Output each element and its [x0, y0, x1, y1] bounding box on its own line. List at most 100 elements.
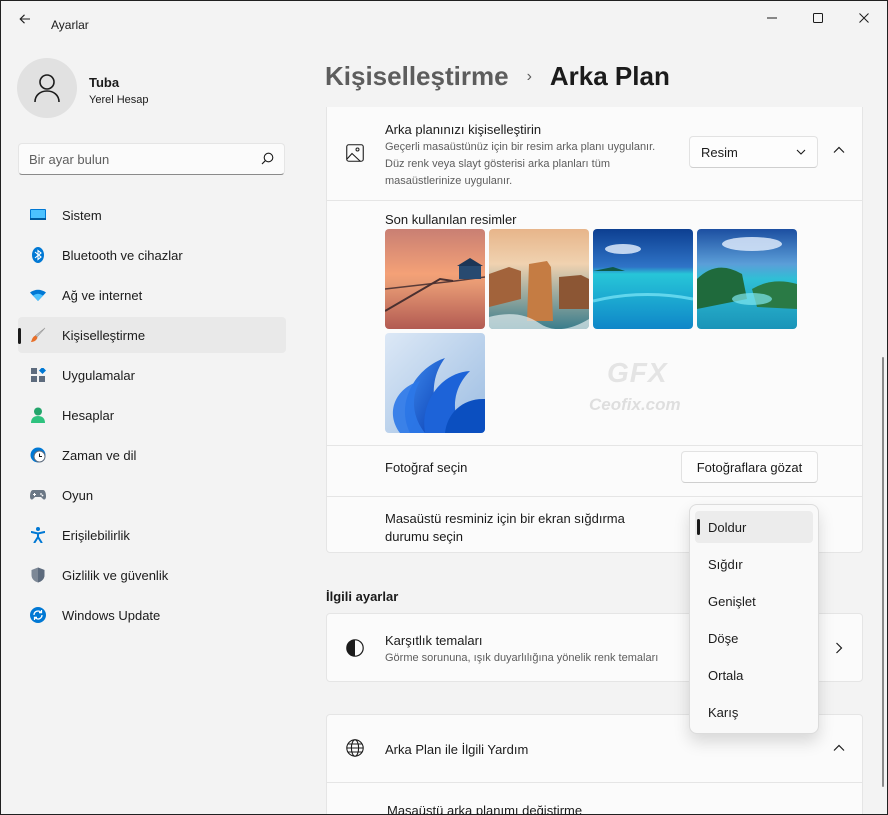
fit-mode-menu: Doldur Sığdır Genişlet Döşe Ortala Karış — [689, 504, 819, 734]
back-button[interactable] — [11, 9, 39, 29]
help-link[interactable]: Masaüstü arka planımı değiştirme — [387, 803, 582, 814]
minimize-button[interactable] — [749, 5, 795, 31]
sidebar-item-windows-update[interactable]: Windows Update — [18, 597, 286, 633]
watermark-gfx: GFX — [607, 357, 668, 388]
search-box[interactable] — [18, 143, 285, 175]
sidebar-item-label: Kişiselleştirme — [62, 327, 146, 343]
globe-icon — [346, 739, 364, 757]
avatar — [17, 58, 77, 118]
personalize-title: Arka planınızı kişiselleştirin — [385, 122, 542, 137]
fit-option-label: Doldur — [708, 520, 747, 535]
apps-icon — [30, 367, 46, 383]
island-lagoon-image — [697, 229, 797, 329]
choose-photo-label: Fotoğraf seçin — [385, 460, 468, 475]
sidebar-item-label: Bluetooth ve cihazlar — [62, 247, 183, 263]
recent-image-5[interactable] — [385, 333, 485, 433]
sidebar-item-apps[interactable]: Uygulamalar — [18, 357, 286, 393]
fit-option-label: Ortala — [708, 668, 744, 683]
sidebar-item-bluetooth[interactable]: Bluetooth ve cihazlar — [18, 237, 286, 273]
page-title: Arka Plan — [549, 61, 670, 91]
close-icon — [859, 13, 869, 23]
pier-sunset-image — [385, 229, 485, 329]
sidebar-item-time-language[interactable]: Zaman ve dil — [18, 437, 286, 473]
chevron-up-icon[interactable] — [833, 146, 845, 154]
shield-icon — [30, 567, 46, 583]
sidebar-item-label: Gizlilik ve güvenlik — [62, 567, 169, 583]
sidebar-item-label: Oyun — [62, 487, 94, 503]
maximize-icon — [813, 13, 823, 23]
breadcrumb: Kişiselleştirme › Arka Plan — [325, 61, 670, 92]
settings-window: Ayarlar Tuba Yerel Hesap Bir ayar bulun … — [1, 1, 887, 814]
monitor-icon — [30, 207, 46, 223]
related-settings-heading: İlgili ayarlar — [326, 589, 399, 604]
breadcrumb-separator: › — [526, 67, 532, 85]
sea-cliffs-image — [489, 229, 589, 329]
chevron-right-icon — [836, 642, 843, 654]
fit-option-fit[interactable]: Sığdır — [695, 548, 813, 580]
help-title: Arka Plan ile İlgili Yardım — [385, 742, 529, 757]
divider — [327, 200, 862, 201]
fit-option-label: Sığdır — [708, 557, 743, 572]
maximize-button[interactable] — [795, 5, 841, 31]
minimize-icon — [767, 17, 777, 19]
sidebar-item-label: Sistem — [62, 207, 102, 223]
accessibility-icon — [30, 527, 46, 543]
watermark-site: Ceofix.com — [589, 395, 681, 414]
fit-option-label: Döşe — [708, 631, 739, 646]
sidebar-item-network[interactable]: Ağ ve internet — [18, 277, 286, 313]
fit-mode-label: Masaüstü resminiz için bir ekran sığdırm… — [385, 511, 625, 544]
update-icon — [30, 607, 46, 623]
sidebar-item-label: Zaman ve dil — [62, 447, 137, 463]
search-input[interactable] — [29, 150, 249, 168]
chevron-up-icon[interactable] — [833, 744, 845, 752]
fit-option-stretch[interactable]: Genişlet — [695, 585, 813, 617]
sidebar-item-label: Ağ ve internet — [62, 287, 143, 303]
windows-bloom-image — [385, 333, 485, 433]
account-type: Yerel Hesap — [89, 94, 149, 106]
divider — [327, 445, 862, 446]
fit-option-tile[interactable]: Döşe — [695, 622, 813, 654]
recent-image-4[interactable] — [697, 229, 797, 329]
sidebar-item-gaming[interactable]: Oyun — [18, 477, 286, 513]
brush-icon — [30, 327, 46, 343]
background-settings-card: Arka planınızı kişiselleştirin Geçerli m… — [326, 107, 863, 553]
back-arrow-icon — [19, 14, 30, 24]
fit-option-center[interactable]: Ortala — [695, 659, 813, 691]
sidebar-nav: Sistem Bluetooth ve cihazlar Ağ ve inter… — [18, 197, 286, 637]
user-name: Tuba — [89, 75, 120, 90]
user-avatar-icon — [34, 74, 60, 103]
contrast-themes-title: Karşıtlık temaları — [385, 633, 483, 648]
background-type-dropdown[interactable]: Resim — [689, 136, 818, 168]
browse-photos-button[interactable]: Fotoğraflara gözat — [681, 451, 818, 483]
background-type-value: Resim — [701, 145, 738, 160]
contrast-themes-description: Görme sorununa, ışık duyarlılığına yönel… — [385, 652, 659, 664]
sidebar-item-privacy[interactable]: Gizlilik ve güvenlik — [18, 557, 286, 593]
chevron-down-icon — [796, 149, 806, 155]
fit-option-fill[interactable]: Doldur — [695, 511, 813, 543]
search-icon[interactable] — [261, 152, 274, 165]
fit-option-label: Karış — [708, 705, 739, 720]
watermark-logo: GFX Ceofix.com — [579, 357, 709, 427]
clock-globe-icon — [30, 447, 46, 463]
tropical-sea-image — [593, 229, 693, 329]
breadcrumb-parent[interactable]: Kişiselleştirme — [325, 61, 509, 92]
recent-image-1[interactable] — [385, 229, 485, 329]
wifi-icon — [30, 287, 46, 303]
scrollbar[interactable] — [882, 357, 884, 787]
sidebar-item-personalization[interactable]: Kişiselleştirme — [18, 317, 286, 353]
recent-image-3[interactable] — [593, 229, 693, 329]
app-title: Ayarlar — [51, 18, 89, 32]
sidebar-item-accessibility[interactable]: Erişilebilirlik — [18, 517, 286, 553]
person-icon — [30, 407, 46, 423]
close-button[interactable] — [841, 5, 887, 31]
contrast-icon — [346, 639, 364, 657]
fit-option-span[interactable]: Karış — [695, 696, 813, 728]
sidebar-item-label: Windows Update — [62, 607, 161, 623]
sidebar-item-accounts[interactable]: Hesaplar — [18, 397, 286, 433]
title-bar: Ayarlar — [1, 1, 887, 35]
image-icon — [346, 144, 364, 162]
sidebar-item-label: Hesaplar — [62, 407, 115, 423]
sidebar-item-sistem[interactable]: Sistem — [18, 197, 286, 233]
recent-image-2[interactable] — [489, 229, 589, 329]
fit-option-label: Genişlet — [708, 594, 756, 609]
